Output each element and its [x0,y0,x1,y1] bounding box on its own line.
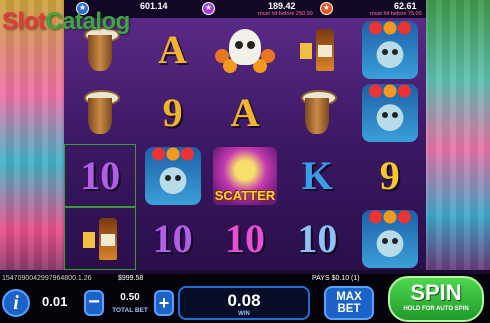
background-right-street [422,0,490,270]
spin-button[interactable]: SPIN HOLD FOR AUTO SPIN [388,276,484,322]
star-icon: ★ [320,2,333,15]
reel-cell: A [136,18,208,81]
star-icon: ★ [202,2,215,15]
symbol-9: 9 [379,152,400,198]
reel-cell: K [281,144,353,207]
symbol-10: 10 [152,215,193,261]
symbol-10: 10 [224,215,265,261]
logo-slot-text: Slot [2,8,46,35]
total-bet-value: 0.50 [120,292,140,303]
reel-cell [281,18,353,81]
logo-catalog-text: Catalog [45,8,130,35]
reel-grid: A 9 A 10 SCATTER K 9 10 10 10 [64,18,426,270]
reel-cell [354,81,426,144]
symbol-9: 9 [162,89,183,135]
pays-text: PAYS $0.10 (1) [312,275,360,282]
slotcatalog-logo: SlotCatalog [2,8,130,36]
reel-cell [209,18,281,81]
reel-area: A 9 A 10 SCATTER K 9 10 10 10 [64,18,426,270]
reel-cell [354,207,426,270]
skull-icon [214,25,275,75]
jackpot-3: ★ 62.61 must hit before 75.00 [316,0,426,19]
total-bet-label: TOTAL BET [112,307,148,314]
symbol-a: A [230,89,260,135]
reel-cell: 9 [354,144,426,207]
symbol-k: K [301,152,333,198]
increase-bet-button[interactable]: + [154,290,174,316]
reel-cell: 9 [136,81,208,144]
max-bet-line1: MAX [336,291,362,303]
catrina-lady-icon [144,146,201,205]
win-label: WIN [238,311,250,317]
max-bet-button[interactable]: MAX BET [324,286,374,320]
reel-cell: 10 [136,207,208,270]
decrease-bet-button[interactable]: − [84,290,104,316]
reel-cell [354,18,426,81]
catrina-lady-icon [361,209,418,268]
drum-icon [297,89,338,136]
spin-hold-hint: HOLD FOR AUTO SPIN [403,306,469,312]
info-button[interactable]: i [2,289,30,317]
jackpot-2: ★ 189.42 must hit before 250.00 [198,0,313,19]
reel-cell: A [209,81,281,144]
jackpot-3-value: 62.61 [394,1,417,11]
reel-cell [136,144,208,207]
reel-cell: 10 [209,207,281,270]
jackpot-2-note: must hit before 250.00 [258,11,313,17]
jackpot-3-note: must hit before 75.00 [370,11,422,17]
reel-cell: 10 [64,144,137,207]
coin-value: 0.01 [42,294,68,309]
symbol-10: 10 [297,215,338,261]
catrina-lady-icon [361,20,418,79]
spin-label: SPIN [410,280,462,305]
background-left-street [0,0,68,270]
win-display: 0.08 WIN [178,286,310,320]
reel-cell [64,207,137,270]
symbol-a: A [158,26,188,72]
win-value: 0.08 [227,291,261,310]
reel-cell: 10 [281,207,353,270]
game-id: 1547090042997964800.1.26 [2,275,92,282]
max-bet-line2: BET [337,303,361,315]
scatter-label: SCATTER [214,187,276,203]
tequila-bottle-icon [300,28,335,71]
reel-cell [64,81,136,144]
reel-cell: SCATTER [209,144,281,207]
drum-icon [80,89,121,136]
balance: $999.58 [118,275,144,282]
tequila-bottle-icon [83,217,118,260]
reel-cell [281,81,353,144]
symbol-10: 10 [80,152,121,198]
scatter-icon: SCATTER [212,146,277,205]
catrina-lady-icon [361,83,418,142]
jackpot-2-value: 189.42 [268,1,296,11]
jackpot-1-value: 601.14 [140,1,168,11]
